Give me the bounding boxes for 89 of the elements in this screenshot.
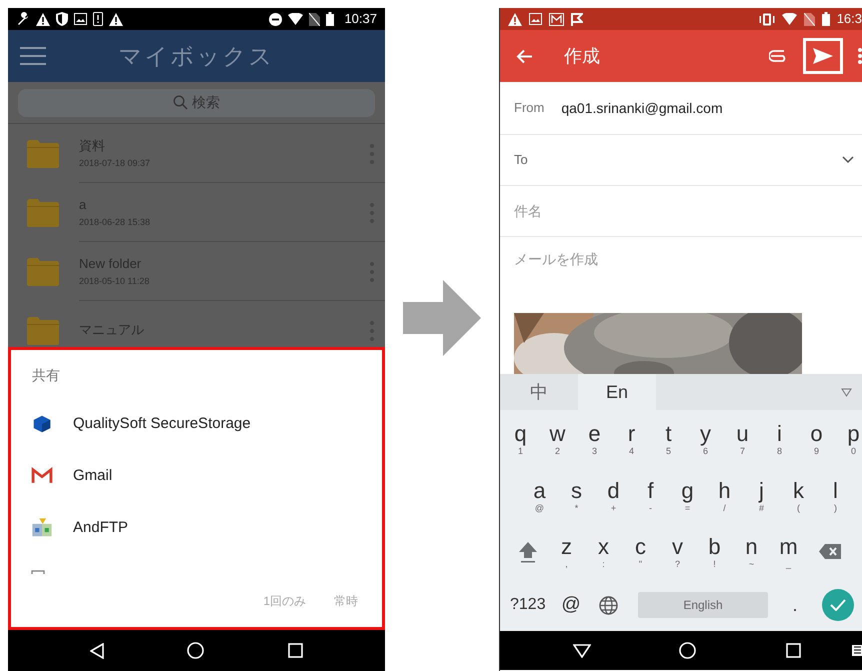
status-time: 10:37	[344, 10, 377, 28]
chevron-down-icon	[842, 156, 854, 164]
shift-icon	[518, 540, 538, 562]
recents-icon[interactable]	[786, 643, 801, 658]
key[interactable]: g =	[669, 467, 706, 524]
folder-icon	[26, 316, 60, 346]
key[interactable]: y 6	[687, 410, 724, 467]
app-option[interactable]: AndFTP	[11, 502, 382, 554]
backspace-icon	[818, 544, 840, 559]
back-arrow-icon[interactable]	[516, 48, 533, 64]
envelope-icon	[549, 12, 564, 26]
back-icon[interactable]	[90, 642, 104, 658]
more-icon[interactable]	[858, 48, 862, 64]
sheet-title: 共有	[31, 366, 61, 384]
key[interactable]: f -	[632, 467, 669, 524]
warning-icon	[508, 12, 522, 26]
symbols-key[interactable]: ?123	[510, 593, 554, 617]
key[interactable]: p 0	[835, 410, 862, 467]
battery-icon	[326, 12, 334, 26]
key[interactable]: z ,	[548, 524, 585, 579]
wifi-icon	[782, 13, 797, 25]
enter-key[interactable]	[822, 589, 854, 621]
home-icon[interactable]	[679, 642, 696, 659]
key[interactable]: c "	[622, 524, 659, 579]
body-field[interactable]: メールを作成	[514, 237, 844, 281]
key[interactable]: t 5	[650, 410, 687, 467]
input-mode-tab[interactable]: En	[578, 374, 656, 410]
app-option[interactable]: QualitySoft SecureStorage	[11, 398, 382, 450]
key[interactable]: b !	[696, 524, 733, 579]
globe-icon	[598, 596, 618, 614]
home-icon[interactable]	[187, 642, 204, 659]
key[interactable]: n ~	[733, 524, 770, 579]
wrench-icon	[16, 12, 30, 26]
no-sim-icon	[804, 12, 815, 26]
shield-icon	[56, 12, 68, 26]
folder-icon	[26, 198, 60, 228]
to-field[interactable]: To	[500, 135, 862, 186]
key[interactable]: q 1	[502, 410, 539, 467]
menu-icon[interactable]	[20, 47, 46, 65]
space-key[interactable]: English	[638, 592, 768, 618]
search-placeholder: 検索	[192, 93, 220, 112]
computers-icon	[31, 517, 53, 539]
collapse-icon[interactable]	[841, 388, 852, 396]
from-label: From	[514, 99, 544, 118]
image-icon	[74, 13, 87, 25]
app-title: マイボックス	[118, 42, 276, 71]
key[interactable]: i 8	[761, 410, 798, 467]
warning-icon	[109, 12, 123, 26]
flag-icon	[571, 12, 583, 26]
subject-field[interactable]: 件名	[500, 186, 862, 237]
at-key[interactable]: @	[554, 590, 588, 620]
back-icon[interactable]	[573, 644, 591, 658]
key[interactable]: d +	[595, 467, 632, 524]
recents-icon[interactable]	[288, 643, 304, 658]
no-sim-icon	[309, 12, 320, 26]
check-icon	[830, 599, 846, 611]
period-key[interactable]: .	[768, 592, 822, 618]
key[interactable]: k (	[780, 467, 817, 524]
send-icon	[813, 48, 833, 64]
vibrate-icon	[758, 12, 775, 26]
keyboard-icon[interactable]	[852, 645, 862, 656]
status-time: 16:3	[836, 10, 862, 28]
key[interactable]: j #	[743, 467, 780, 524]
app-option[interactable]: Gmail	[11, 450, 382, 502]
key[interactable]: a @	[521, 467, 558, 524]
warning-icon	[36, 12, 50, 26]
battery-icon	[822, 12, 830, 26]
key[interactable]: e 3	[576, 410, 613, 467]
cube-icon	[31, 413, 53, 435]
key[interactable]: h /	[706, 467, 743, 524]
key[interactable]: u 7	[724, 410, 761, 467]
key[interactable]: r 4	[613, 410, 650, 467]
wifi-icon	[288, 13, 304, 25]
key[interactable]: x :	[585, 524, 622, 579]
image-icon	[529, 13, 542, 25]
key[interactable]: w 2	[539, 410, 576, 467]
app-title: 作成	[564, 44, 601, 68]
send-button[interactable]	[803, 38, 843, 74]
do-not-disturb-icon	[269, 12, 282, 26]
key[interactable]: l )	[817, 467, 854, 524]
key[interactable]: v ?	[659, 524, 696, 579]
phone-alert-icon	[93, 12, 103, 26]
key[interactable]: m _	[770, 524, 807, 579]
key[interactable]: o 9	[798, 410, 835, 467]
folder-icon	[26, 138, 60, 168]
key[interactable]: s *	[558, 467, 595, 524]
folder-icon	[26, 256, 60, 286]
search-icon	[173, 95, 188, 110]
from-address: qa01.srinanki@gmail.com	[561, 98, 723, 118]
